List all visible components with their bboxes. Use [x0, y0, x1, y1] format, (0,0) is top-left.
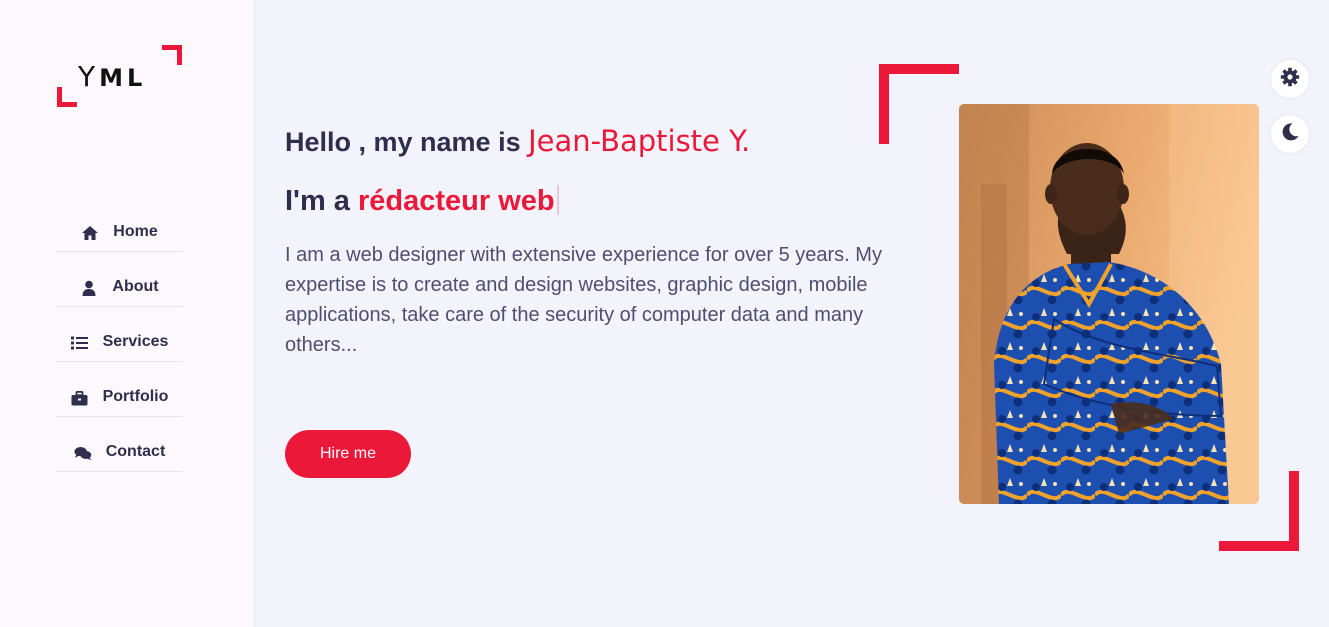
briefcase-icon	[71, 390, 89, 406]
logo-text: YML	[78, 60, 147, 93]
typing-caret	[556, 185, 559, 215]
logo[interactable]: YML	[56, 44, 183, 109]
typed-role: rédacteur web	[357, 185, 555, 217]
profile-photo	[959, 104, 1259, 504]
hire-me-button[interactable]: Hire me	[285, 430, 411, 478]
logo-corner-top-right	[162, 45, 182, 65]
gear-icon	[1280, 67, 1300, 92]
nav-item-contact[interactable]: Contact	[56, 417, 183, 472]
settings-button[interactable]	[1271, 60, 1309, 98]
main-nav: Home About Services Portfolio Contact	[56, 197, 183, 472]
greeting-heading: Hello , my name is Jean-Baptiste Y.	[285, 124, 751, 158]
user-icon	[80, 280, 98, 296]
nav-item-portfolio[interactable]: Portfolio	[56, 362, 183, 417]
role-heading: I'm a rédacteur web	[285, 185, 559, 218]
moon-icon	[1280, 122, 1300, 147]
nav-item-about[interactable]: About	[56, 252, 183, 307]
nav-label-contact: Contact	[105, 443, 166, 460]
photo-frame-top-left	[879, 64, 959, 144]
list-icon	[71, 335, 89, 351]
intro-paragraph: I am a web designer with extensive exper…	[285, 244, 882, 356]
logo-corner-bottom-left	[57, 87, 77, 107]
nav-label-home: Home	[113, 223, 158, 240]
sidebar: YML Home About Services Portfolio Contac…	[0, 0, 255, 627]
comments-icon	[74, 445, 92, 461]
nav-label-portfolio: Portfolio	[102, 388, 169, 405]
theme-toggle-button[interactable]	[1271, 115, 1309, 153]
home-icon	[81, 225, 99, 241]
nav-item-services[interactable]: Services	[56, 307, 183, 362]
owner-name: Jean-Baptiste Y.	[528, 124, 751, 158]
nav-item-home[interactable]: Home	[56, 197, 183, 252]
nav-label-about: About	[112, 278, 159, 295]
nav-label-services: Services	[102, 333, 169, 350]
